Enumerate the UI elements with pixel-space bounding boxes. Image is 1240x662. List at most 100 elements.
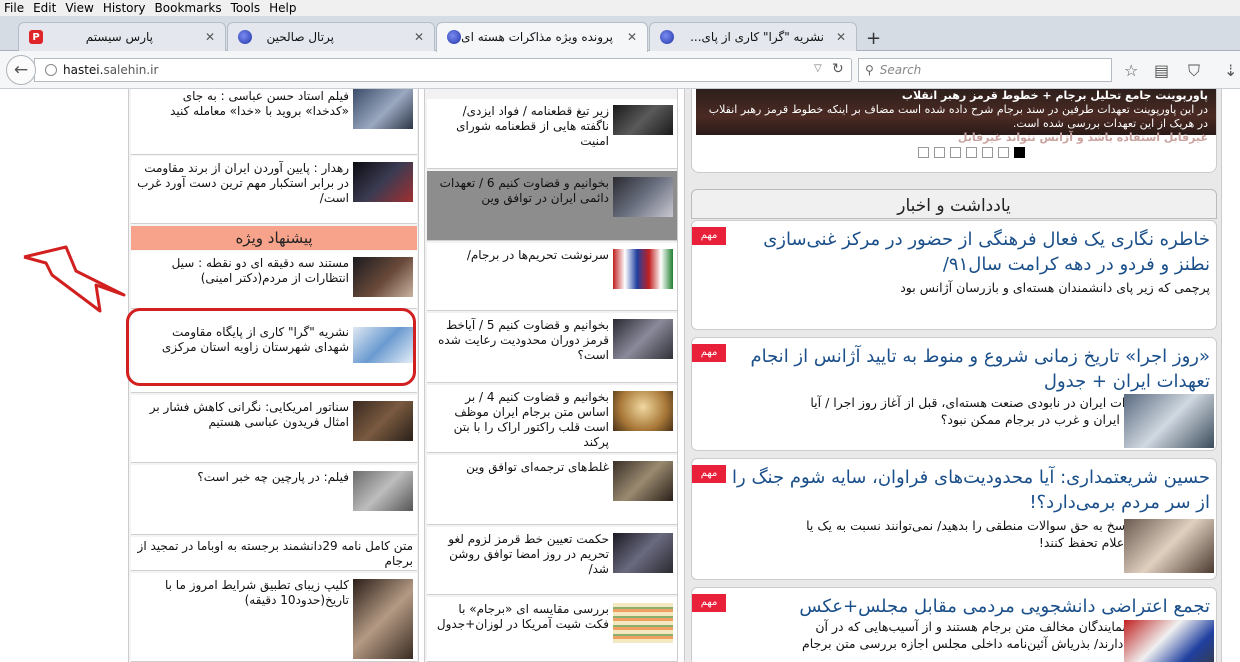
- url-prefix: hastei.: [63, 63, 104, 77]
- news-thumbnail: [1124, 394, 1214, 448]
- slider-image[interactable]: پاورپوینت جامع تحلیل برجام + خطوط قرمز ر…: [696, 89, 1216, 144]
- close-icon[interactable]: ✕: [627, 30, 637, 44]
- list-item[interactable]: غلط‌های ترجمه‌ای توافق وین: [427, 455, 677, 525]
- slider-dot[interactable]: [934, 147, 945, 158]
- tab-salehin-portal[interactable]: ✕ پرتال صالحین: [227, 22, 435, 51]
- list-item[interactable]: بخوانیم و قضاوت کنیم 4 / بر اساس متن برج…: [427, 385, 677, 453]
- globe-icon: [238, 30, 252, 44]
- tab-label: پارس سیستم: [85, 30, 153, 44]
- bookmark-star-icon[interactable]: ☆: [1124, 61, 1138, 80]
- news-item[interactable]: مهم تجمع اعتراضی دانشجویی مردمی مقابل مج…: [691, 587, 1217, 662]
- list-item[interactable]: متن کامل نامه 29دانشمند برجسته به اوباما…: [131, 537, 417, 571]
- new-tab-button[interactable]: +: [866, 28, 881, 49]
- tab-gera-magazine[interactable]: ✕ نشریه "گرا" کاری از پای...: [649, 22, 857, 51]
- nav-bar: hastei. salehin.ir ← ▽ ↻ ⚲ Search ☆ ▤ ⛉ ⇣: [0, 51, 1240, 89]
- news-headline[interactable]: «روز اجرا» تاریخ زمانی شروع و منوط به تا…: [730, 344, 1210, 394]
- menu-bookmarks[interactable]: Bookmarks: [155, 1, 222, 15]
- site-identity-icon[interactable]: [45, 64, 57, 76]
- list-item-active[interactable]: بخوانیم و قضاوت کنیم 6 / تعهدات دائمی ای…: [427, 171, 677, 241]
- list-item[interactable]: فیلم: در پارچین چه خبر است؟: [131, 465, 417, 535]
- menu-view[interactable]: View: [65, 1, 93, 15]
- menu-tools[interactable]: Tools: [231, 1, 261, 15]
- list-item[interactable]: فیلم استاد حسن عباسی : به جای «کدخدا» بر…: [131, 89, 417, 155]
- news-item[interactable]: مهم «روز اجرا» تاریخ زمانی شروع و منوط ب…: [691, 337, 1217, 451]
- list-item[interactable]: سناتور امریکایی: نگرانی کاهش فشار بر امث…: [131, 395, 417, 463]
- item-text: رهدار : پایین آوردن ایران از برند مقاومت…: [137, 161, 349, 205]
- list-item[interactable]: بررسی مقایسه ای «برجام» با فکت شیت آمریک…: [427, 597, 677, 662]
- highlight-circle-annotation: [126, 308, 416, 386]
- menu-help[interactable]: Help: [269, 1, 296, 15]
- notes-and-news-heading: یادداشت و اخبار: [691, 189, 1217, 219]
- close-icon[interactable]: ✕: [414, 30, 424, 44]
- menu-file[interactable]: File: [4, 1, 24, 15]
- news-headline[interactable]: حسین شریعتمداری: آیا محدودیت‌های فراوان،…: [730, 465, 1210, 515]
- thumbnail-image: [613, 391, 673, 431]
- thumbnail-image: [613, 249, 673, 289]
- search-input[interactable]: ⚲ Search: [858, 58, 1112, 82]
- address-bar[interactable]: hastei. salehin.ir: [34, 58, 852, 82]
- p-logo-icon: P: [29, 30, 43, 44]
- featured-slider[interactable]: پاورپوینت جامع تحلیل برجام + خطوط قرمز ر…: [691, 89, 1217, 173]
- list-item[interactable]: مستند سه دقیقه ای دو نقطه : سیل انتظارات…: [131, 251, 417, 309]
- list-item[interactable]: رهدار : پایین آوردن ایران از برند مقاومت…: [131, 156, 417, 224]
- close-icon[interactable]: ✕: [836, 30, 846, 44]
- thumbnail-image: [353, 401, 413, 441]
- download-icon[interactable]: ⇣: [1224, 61, 1237, 80]
- tab-pars-system[interactable]: ✕ پارس سیستم P: [18, 22, 226, 51]
- menu-edit[interactable]: Edit: [33, 1, 56, 15]
- special-suggestion-heading: پیشنهاد ویژه: [131, 226, 417, 250]
- item-text: بخوانیم و قضاوت کنیم 6 / تعهدات دائمی ای…: [439, 176, 609, 205]
- page-content: فیلم استاد حسن عباسی : به جای «کدخدا» بر…: [0, 89, 1240, 662]
- slider-dot[interactable]: [998, 147, 1009, 158]
- slider-dot[interactable]: [982, 147, 993, 158]
- back-button[interactable]: ←: [6, 55, 36, 85]
- right-column: پاورپوینت جامع تحلیل برجام + خطوط قرمز ر…: [684, 89, 1222, 662]
- slider-pagination: [918, 147, 1030, 158]
- history-dropdown-icon[interactable]: ▽: [814, 63, 822, 74]
- list-item[interactable]: سرنوشت تحریم‌ها در برجام/: [427, 243, 677, 311]
- news-headline[interactable]: تجمع اعتراضی دانشجویی مردمی مقابل مجلس+ع…: [730, 594, 1210, 619]
- thumbnail-image: [613, 603, 673, 643]
- news-thumbnail: [1124, 620, 1214, 662]
- item-text: متن کامل نامه 29دانشمند برجسته به اوباما…: [137, 539, 413, 568]
- pocket-icon[interactable]: ⛉: [1188, 61, 1200, 81]
- news-lead: پرچمی که زیر پای دانشمندان هسته‌ای و باز…: [900, 280, 1210, 295]
- slider-overlay-text: غیرقابل استفاده باشد و آژانس نتواند غیرق…: [957, 131, 1208, 144]
- item-text: سرنوشت تحریم‌ها در برجام/: [466, 248, 609, 262]
- important-badge: مهم: [692, 465, 726, 483]
- thumbnail-image: [613, 177, 673, 217]
- middle-column: زیر تیغ قطعنامه / فواد ایزدی/ ناگفته های…: [424, 89, 678, 662]
- reading-list-icon[interactable]: ▤: [1154, 61, 1169, 80]
- reload-icon[interactable]: ↻: [832, 61, 844, 77]
- thumbnail-image: [353, 471, 413, 511]
- item-text: بخوانیم و قضاوت کنیم 4 / بر اساس متن برج…: [453, 390, 609, 449]
- slider-text: در این پاورپوینت تعهدات طرفین در سند برج…: [708, 103, 1208, 130]
- back-arrow-icon: ←: [13, 60, 29, 80]
- news-item[interactable]: مهم حسین شریعتمداری: آیا محدودیت‌های فرا…: [691, 458, 1217, 580]
- list-item[interactable]: کلیپ زیبای تطبیق شرایط امروز ما با تاریخ…: [131, 573, 417, 662]
- search-placeholder: Search: [879, 63, 922, 77]
- search-icon: ⚲: [865, 63, 874, 77]
- news-headline[interactable]: خاطره نگاری یک فعال فرهنگی از حضور در مر…: [724, 227, 1210, 277]
- tab-label: نشریه "گرا" کاری از پای...: [690, 30, 824, 44]
- news-item[interactable]: مهم خاطره نگاری یک فعال فرهنگی از حضور د…: [691, 220, 1217, 330]
- item-text: غلط‌های ترجمه‌ای توافق وین: [466, 460, 609, 474]
- thumbnail-image: [353, 579, 413, 659]
- slider-dot[interactable]: [966, 147, 977, 158]
- tab-label: پرونده ویژه مذاکرات هسته ای: [461, 30, 613, 44]
- list-item[interactable]: حکمت تعیین خط قرمز لزوم لغو تحریم در روز…: [427, 527, 677, 595]
- item-text: بخوانیم و قضاوت کنیم 5 / آیاخط قرمز دورا…: [438, 318, 609, 362]
- list-item[interactable]: زیر تیغ قطعنامه / فواد ایزدی/ ناگفته های…: [427, 99, 677, 169]
- important-badge: مهم: [692, 227, 726, 245]
- slider-dot-active[interactable]: [1014, 147, 1025, 158]
- thumbnail-image: [613, 533, 673, 573]
- tab-nuclear-file[interactable]: ✕ پرونده ویژه مذاکرات هسته ای: [436, 22, 648, 52]
- slider-dot[interactable]: [918, 147, 929, 158]
- slider-dot[interactable]: [950, 147, 961, 158]
- close-icon[interactable]: ✕: [205, 30, 215, 44]
- globe-icon: [447, 30, 461, 44]
- menu-history[interactable]: History: [103, 1, 146, 15]
- news-thumbnail: [1124, 519, 1214, 573]
- globe-icon: [660, 30, 674, 44]
- list-item[interactable]: بخوانیم و قضاوت کنیم 5 / آیاخط قرمز دورا…: [427, 313, 677, 383]
